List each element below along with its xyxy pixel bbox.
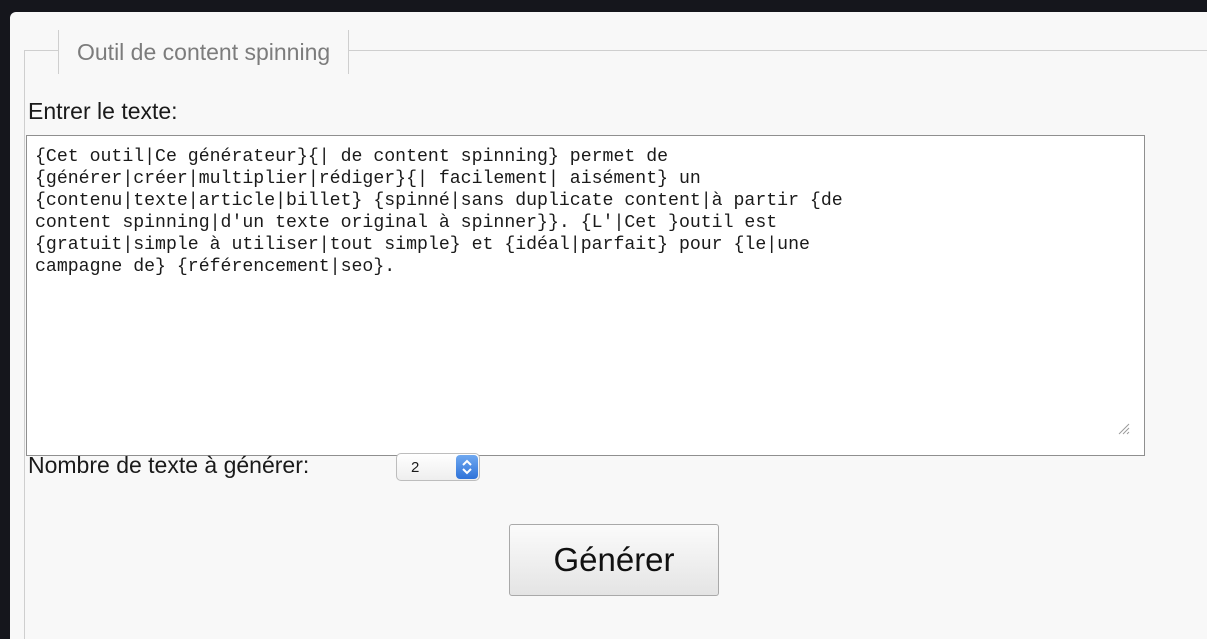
generate-button[interactable]: Générer <box>509 524 719 596</box>
text-label: Entrer le texte: <box>28 98 178 124</box>
spinner-panel: Outil de content spinning Entrer le text… <box>10 12 1207 639</box>
text-input[interactable]: {Cet outil|Ce générateur}{| de content s… <box>26 135 1145 456</box>
count-label: Nombre de texte à générer: <box>28 452 310 478</box>
fieldset-legend: Outil de content spinning <box>58 30 350 74</box>
count-select-value: 2 <box>411 459 420 476</box>
count-select[interactable]: 2 <box>396 453 480 481</box>
updown-chevron-icon[interactable] <box>456 455 478 479</box>
resize-grip-icon[interactable] <box>1116 421 1130 435</box>
